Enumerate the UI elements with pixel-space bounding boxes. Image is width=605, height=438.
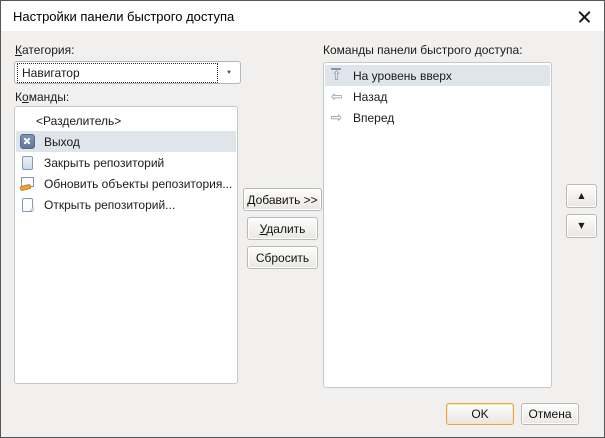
commands-label-mnemonic: о <box>22 90 29 104</box>
item-label: Выход <box>44 135 80 149</box>
add-button[interactable]: Добавить >> <box>243 188 322 211</box>
list-item[interactable]: Обновить объекты репозитория... <box>16 173 236 194</box>
commands-list: <Разделитель> Выход Закрыть репозиторий … <box>14 106 238 384</box>
ok-button[interactable]: OK <box>446 403 514 425</box>
add-label-post: обавить >> <box>256 193 318 207</box>
move-up-button[interactable]: ▲ <box>566 184 597 208</box>
add-label-mnemonic: Д <box>247 193 255 207</box>
item-label: Открыть репозиторий... <box>44 198 175 212</box>
item-label: На уровень вверх <box>353 69 452 83</box>
forward-icon <box>329 110 344 125</box>
category-label: Категория: <box>15 43 74 57</box>
list-item[interactable]: Назад <box>325 86 550 107</box>
list-item[interactable]: Вперед <box>325 107 550 128</box>
list-item[interactable]: Открыть репозиторий... <box>16 194 236 215</box>
item-label: Назад <box>353 90 387 104</box>
triangle-up-icon: ▲ <box>578 192 584 200</box>
window-title: Настройки панели быстрого доступа <box>13 9 234 24</box>
category-label-mnemonic: К <box>15 43 22 57</box>
reset-button[interactable]: Сбросить <box>247 246 318 269</box>
close-doc-icon <box>20 155 35 170</box>
cancel-button[interactable]: Отмена <box>521 403 579 425</box>
item-icon <box>20 113 27 128</box>
cancel-label: Отмена <box>528 407 571 421</box>
category-dropdown-button[interactable]: ▼ <box>218 62 240 83</box>
item-label: <Разделитель> <box>36 114 121 128</box>
category-select[interactable]: Навигатор ▼ <box>14 61 241 84</box>
commands-label-post: манды: <box>29 90 70 104</box>
commands-label: Команды: <box>15 90 69 104</box>
triangle-down-icon: ▼ <box>578 222 584 230</box>
move-down-button[interactable]: ▼ <box>566 214 597 238</box>
item-label: Закрыть репозиторий <box>44 156 164 170</box>
list-item[interactable]: На уровень вверх <box>325 65 550 86</box>
reset-label: Сбросить <box>256 251 309 265</box>
category-value: Навигатор <box>17 63 218 83</box>
chevron-down-icon: ▼ <box>226 70 232 76</box>
open-doc-icon <box>20 197 35 212</box>
ok-label: OK <box>471 407 488 421</box>
close-button[interactable] <box>568 1 600 31</box>
remove-label-post: далить <box>266 222 305 236</box>
add-label: Добавить >> <box>247 193 317 207</box>
commands-label-pre: К <box>15 90 22 104</box>
list-item[interactable]: <Разделитель> <box>16 110 236 131</box>
item-label: Обновить объекты репозитория... <box>44 177 232 191</box>
level-up-icon <box>329 68 344 83</box>
remove-button[interactable]: Удалить <box>247 217 318 240</box>
titlebar[interactable]: Настройки панели быстрого доступа <box>1 1 604 31</box>
item-label: Вперед <box>353 111 394 125</box>
list-item[interactable]: Закрыть репозиторий <box>16 152 236 173</box>
list-item[interactable]: Выход <box>16 131 236 152</box>
close-icon <box>578 10 591 23</box>
exit-icon <box>20 134 35 149</box>
remove-label: Удалить <box>260 222 306 236</box>
quick-access-settings-dialog: Настройки панели быстрого доступа Катего… <box>0 0 605 438</box>
back-icon <box>329 89 344 104</box>
refresh-icon <box>20 176 35 191</box>
qat-commands-label: Команды панели быстрого доступа: <box>323 43 523 57</box>
qat-commands-list: На уровень вверх Назад Вперед <box>323 62 552 388</box>
category-label-post: атегория: <box>22 43 74 57</box>
